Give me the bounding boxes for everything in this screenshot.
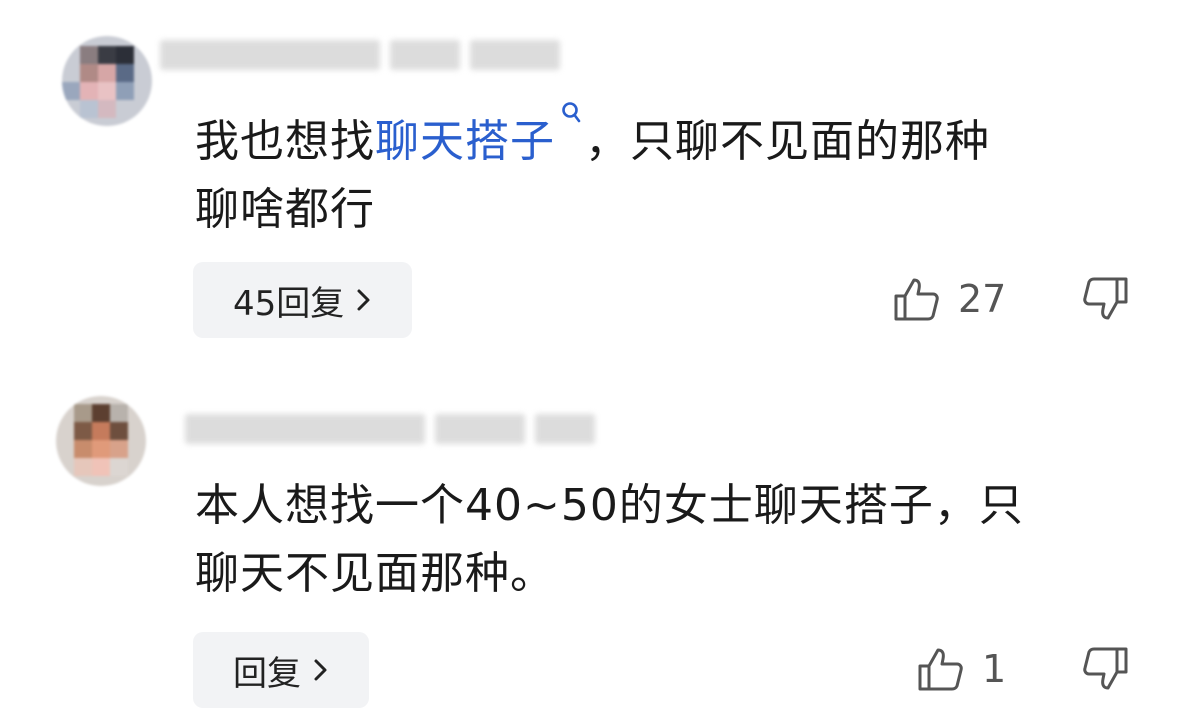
comment-text: 本人想找一个40~50的女士聊天搭子，只 聊天不见面那种。: [195, 480, 1024, 599]
reply-label: 回复: [233, 653, 301, 694]
like-button[interactable]: 1: [916, 646, 1006, 692]
chevron-right-icon: [314, 659, 327, 681]
avatar[interactable]: [62, 36, 152, 126]
thumbs-up-icon: [918, 648, 963, 691]
comment-text: 我也想找聊天搭子 ，只聊不见面的那种 聊啥都行: [195, 100, 1155, 244]
search-link[interactable]: 聊天搭子: [375, 102, 585, 167]
thumbs-down-icon[interactable]: [1082, 646, 1130, 692]
thumbs-up-icon: [894, 278, 939, 321]
reply-button[interactable]: 回复: [193, 632, 369, 708]
like-button[interactable]: 27: [892, 276, 1006, 322]
username[interactable]: [160, 40, 560, 70]
thumbs-down-icon[interactable]: [1082, 276, 1130, 322]
username[interactable]: [185, 414, 595, 444]
chevron-right-icon: [357, 289, 370, 311]
like-count: 1: [982, 647, 1007, 691]
reply-button[interactable]: 45回复: [193, 262, 413, 338]
reply-label: 45回复: [233, 283, 345, 324]
like-count: 27: [958, 277, 1007, 321]
avatar[interactable]: [56, 396, 146, 486]
search-icon: [562, 102, 581, 123]
